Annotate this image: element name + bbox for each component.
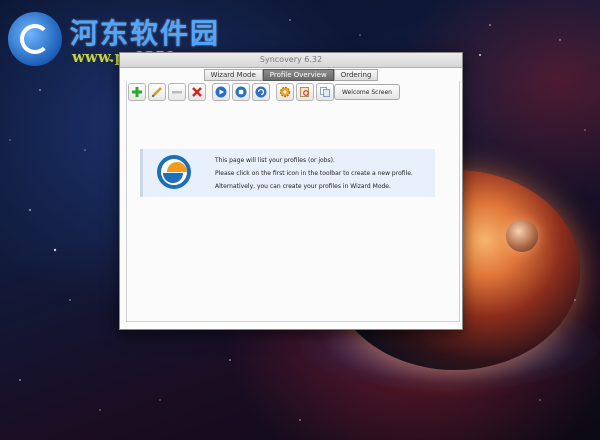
edit-profile-button[interactable] xyxy=(148,83,166,101)
stop-profile-button[interactable] xyxy=(232,83,250,101)
tab-wizard-mode[interactable]: Wizard Mode xyxy=(203,69,263,81)
refresh-icon xyxy=(253,84,269,100)
new-profile-button[interactable] xyxy=(128,83,146,101)
refresh-button[interactable] xyxy=(252,83,270,101)
remove-profile-button[interactable] xyxy=(168,83,186,101)
window-title: Syncovery 6.32 xyxy=(120,53,462,68)
tab-bar: Wizard Mode Profile Overview Ordering xyxy=(120,69,462,81)
info-line-1: This page will list your profiles (or jo… xyxy=(215,157,335,164)
info-panel: This page will list your profiles (or jo… xyxy=(140,149,435,197)
pencil-icon xyxy=(149,84,165,100)
info-line-3: Alternatively, you can create your profi… xyxy=(215,183,391,190)
search-profile-button[interactable] xyxy=(296,83,314,101)
delete-profile-button[interactable] xyxy=(188,83,206,101)
run-profile-button[interactable] xyxy=(212,83,230,101)
play-icon xyxy=(213,84,229,100)
content-frame xyxy=(126,81,460,322)
welcome-screen-button[interactable]: Welcome Screen xyxy=(334,84,400,100)
watermark-title: 河东软件园 xyxy=(70,17,221,50)
moon-image xyxy=(506,220,538,252)
minus-icon xyxy=(169,84,185,100)
gear-icon xyxy=(277,84,293,100)
tab-ordering[interactable]: Ordering xyxy=(333,69,379,81)
search-icon xyxy=(297,84,313,100)
info-line-2: Please click on the first icon in the to… xyxy=(215,170,413,177)
info-text: This page will list your profiles (or jo… xyxy=(215,154,413,193)
copy-icon xyxy=(317,84,333,100)
copy-profile-button[interactable] xyxy=(316,83,334,101)
syncovery-logo-icon xyxy=(157,155,191,189)
tab-profile-overview[interactable]: Profile Overview xyxy=(262,69,334,81)
watermark-logo-icon xyxy=(8,12,62,66)
settings-button[interactable] xyxy=(276,83,294,101)
delete-x-icon xyxy=(189,84,205,100)
stop-icon xyxy=(233,84,249,100)
plus-icon xyxy=(129,84,145,100)
app-window: Syncovery 6.32 Wizard Mode Profile Overvi… xyxy=(119,52,463,330)
